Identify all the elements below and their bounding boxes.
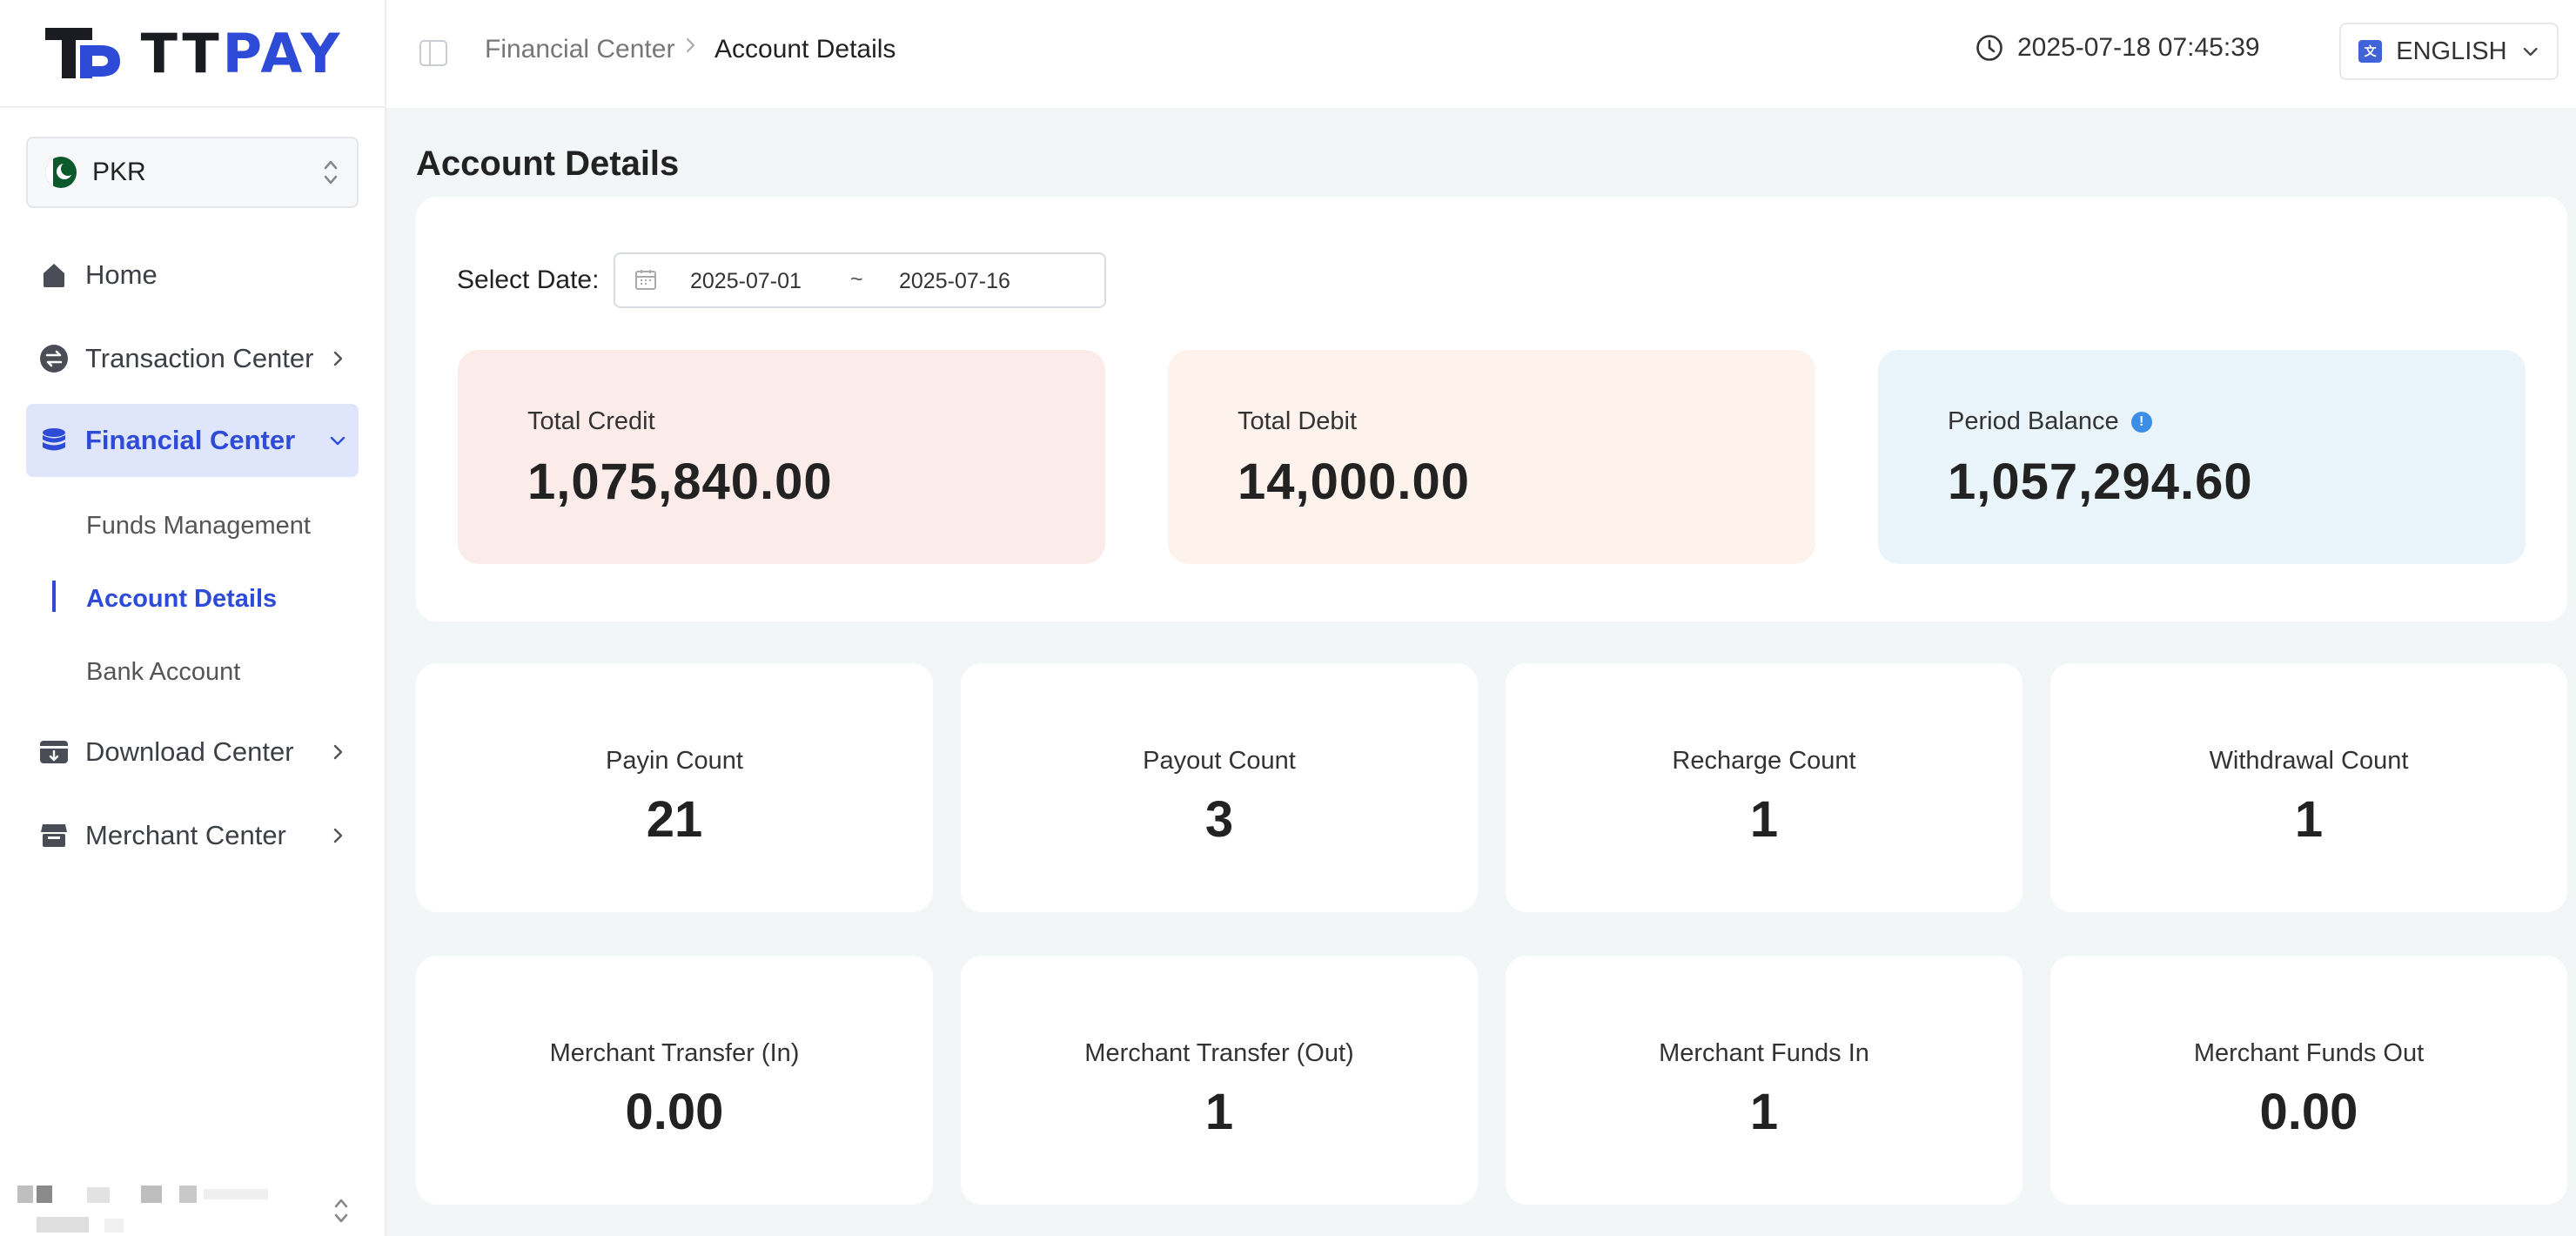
active-indicator — [52, 581, 56, 612]
sidebar-item-label: Financial Center — [85, 425, 296, 455]
period-balance-label: Period Balance — [1948, 407, 2119, 435]
chevron-up-down-icon — [334, 1199, 348, 1223]
language-label: ENGLISH — [2396, 37, 2507, 65]
currency-label: PKR — [92, 158, 146, 186]
count-label: Recharge Count — [1672, 747, 1856, 775]
count-value: 1 — [1749, 1084, 1779, 1140]
total-debit-value: 14,000.00 — [1238, 453, 1471, 510]
blurred-text — [87, 1187, 110, 1203]
count-value: 3 — [1204, 791, 1234, 848]
sidebar-toggle-icon[interactable] — [419, 40, 447, 66]
logo-text-tt: TT — [140, 21, 223, 85]
sidebar-item-home[interactable]: Home — [26, 238, 359, 312]
total-credit-card: Total Credit 1,075,840.00 — [458, 350, 1105, 564]
sidebar-item-financial-center[interactable]: Financial Center — [26, 404, 359, 477]
total-credit-label: Total Credit — [527, 407, 655, 435]
blurred-text — [104, 1219, 124, 1233]
breadcrumb-separator-icon — [686, 37, 695, 53]
total-debit-label: Total Debit — [1238, 407, 1358, 435]
count-label: Payout Count — [1143, 747, 1296, 775]
count-value: 0.00 — [2259, 1084, 2358, 1140]
sidebar-item-label: Download Center — [85, 736, 294, 767]
top-bar: Financial Center Account Details 2025-07… — [386, 0, 2576, 108]
recharge-count-card: Recharge Count 1 — [1506, 663, 2023, 912]
exchange-icon — [38, 343, 70, 374]
breadcrumb-account-details: Account Details — [714, 35, 896, 64]
blurred-text — [141, 1186, 162, 1203]
count-label: Merchant Funds In — [1659, 1039, 1869, 1067]
currency-select[interactable]: PKR — [26, 137, 359, 208]
total-debit-card: Total Debit 14,000.00 — [1168, 350, 1815, 564]
count-label: Withdrawal Count — [2209, 747, 2409, 775]
chevron-right-icon — [333, 351, 343, 366]
blurred-text — [37, 1217, 89, 1233]
home-icon — [38, 259, 70, 291]
merchant-funds-in-card: Merchant Funds In 1 — [1506, 956, 2023, 1205]
total-credit-value: 1,075,840.00 — [527, 453, 833, 510]
period-balance-value: 1,057,294.60 — [1948, 453, 2253, 510]
merchant-funds-out-card: Merchant Funds Out 0.00 — [2050, 956, 2567, 1205]
blurred-text — [37, 1186, 52, 1203]
clock-icon — [1976, 35, 2002, 61]
date-range-picker[interactable]: 2025-07-01 ~ 2025-07-16 — [614, 252, 1106, 308]
store-icon — [38, 820, 70, 851]
blurred-text — [204, 1189, 268, 1199]
chevron-right-icon — [333, 744, 343, 760]
payin-count-card: Payin Count 21 — [416, 663, 933, 912]
download-icon — [38, 736, 70, 768]
date-filter-label: Select Date: — [457, 265, 600, 294]
chevron-up-down-icon — [324, 160, 338, 185]
sidebar-item-label: Home — [85, 259, 158, 290]
blurred-avatar — [17, 1186, 33, 1203]
count-value: 21 — [646, 791, 703, 848]
language-select[interactable]: 文 ENGLISH — [2339, 23, 2559, 80]
count-value: 0.00 — [625, 1084, 724, 1140]
database-icon — [38, 425, 70, 456]
logo-text-pay: PAY — [222, 21, 344, 85]
server-time: 2025-07-18 07:45:39 — [1976, 33, 2260, 63]
sidebar-subitem-account-details[interactable]: Account Details — [86, 585, 277, 614]
sidebar-item-download-center[interactable]: Download Center — [26, 715, 359, 789]
page-title: Account Details — [416, 144, 680, 183]
date-end-input[interactable]: 2025-07-16 — [899, 269, 1010, 294]
sidebar-subitem-funds-management[interactable]: Funds Management — [86, 512, 311, 541]
chevron-down-icon — [2523, 47, 2538, 57]
period-balance-card: Period Balance ! 1,057,294.60 — [1878, 350, 2526, 564]
merchant-transfer-in-card: Merchant Transfer (In) 0.00 — [416, 956, 933, 1205]
count-label: Merchant Transfer (In) — [549, 1039, 800, 1067]
sidebar-item-label: Transaction Center — [85, 343, 314, 373]
blurred-text — [179, 1186, 197, 1203]
count-value: 1 — [2294, 791, 2324, 848]
withdrawal-count-card: Withdrawal Count 1 — [2050, 663, 2567, 912]
sidebar-item-merchant-center[interactable]: Merchant Center — [26, 799, 359, 872]
sidebar-item-label: Merchant Center — [85, 820, 286, 850]
calendar-icon — [635, 270, 656, 290]
breadcrumb-financial-center[interactable]: Financial Center — [485, 35, 674, 64]
payout-count-card: Payout Count 3 — [961, 663, 1478, 912]
count-label: Merchant Funds Out — [2193, 1039, 2425, 1067]
logo-mark-icon — [44, 28, 120, 78]
logo-area: TTPAY — [0, 0, 385, 108]
count-value: 1 — [1204, 1084, 1234, 1140]
count-label: Payin Count — [606, 747, 743, 775]
datetime-text: 2025-07-18 07:45:39 — [2017, 33, 2260, 62]
date-separator: ~ — [850, 267, 863, 292]
logo[interactable]: TTPAY — [42, 22, 344, 85]
sidebar: TTPAY PKR Home Transaction Center Financ… — [0, 0, 386, 1236]
pakistan-flag-icon — [45, 157, 77, 188]
count-label: Merchant Transfer (Out) — [1084, 1039, 1354, 1067]
merchant-transfer-out-card: Merchant Transfer (Out) 1 — [961, 956, 1478, 1205]
translate-icon: 文 — [2358, 40, 2383, 63]
info-icon[interactable]: ! — [2130, 411, 2152, 433]
chevron-right-icon — [333, 828, 343, 843]
sidebar-subitem-bank-account[interactable]: Bank Account — [86, 658, 240, 687]
count-value: 1 — [1749, 791, 1779, 848]
sidebar-item-transaction-center[interactable]: Transaction Center — [26, 322, 359, 395]
date-start-input[interactable]: 2025-07-01 — [690, 269, 802, 294]
chevron-down-icon — [330, 436, 345, 446]
